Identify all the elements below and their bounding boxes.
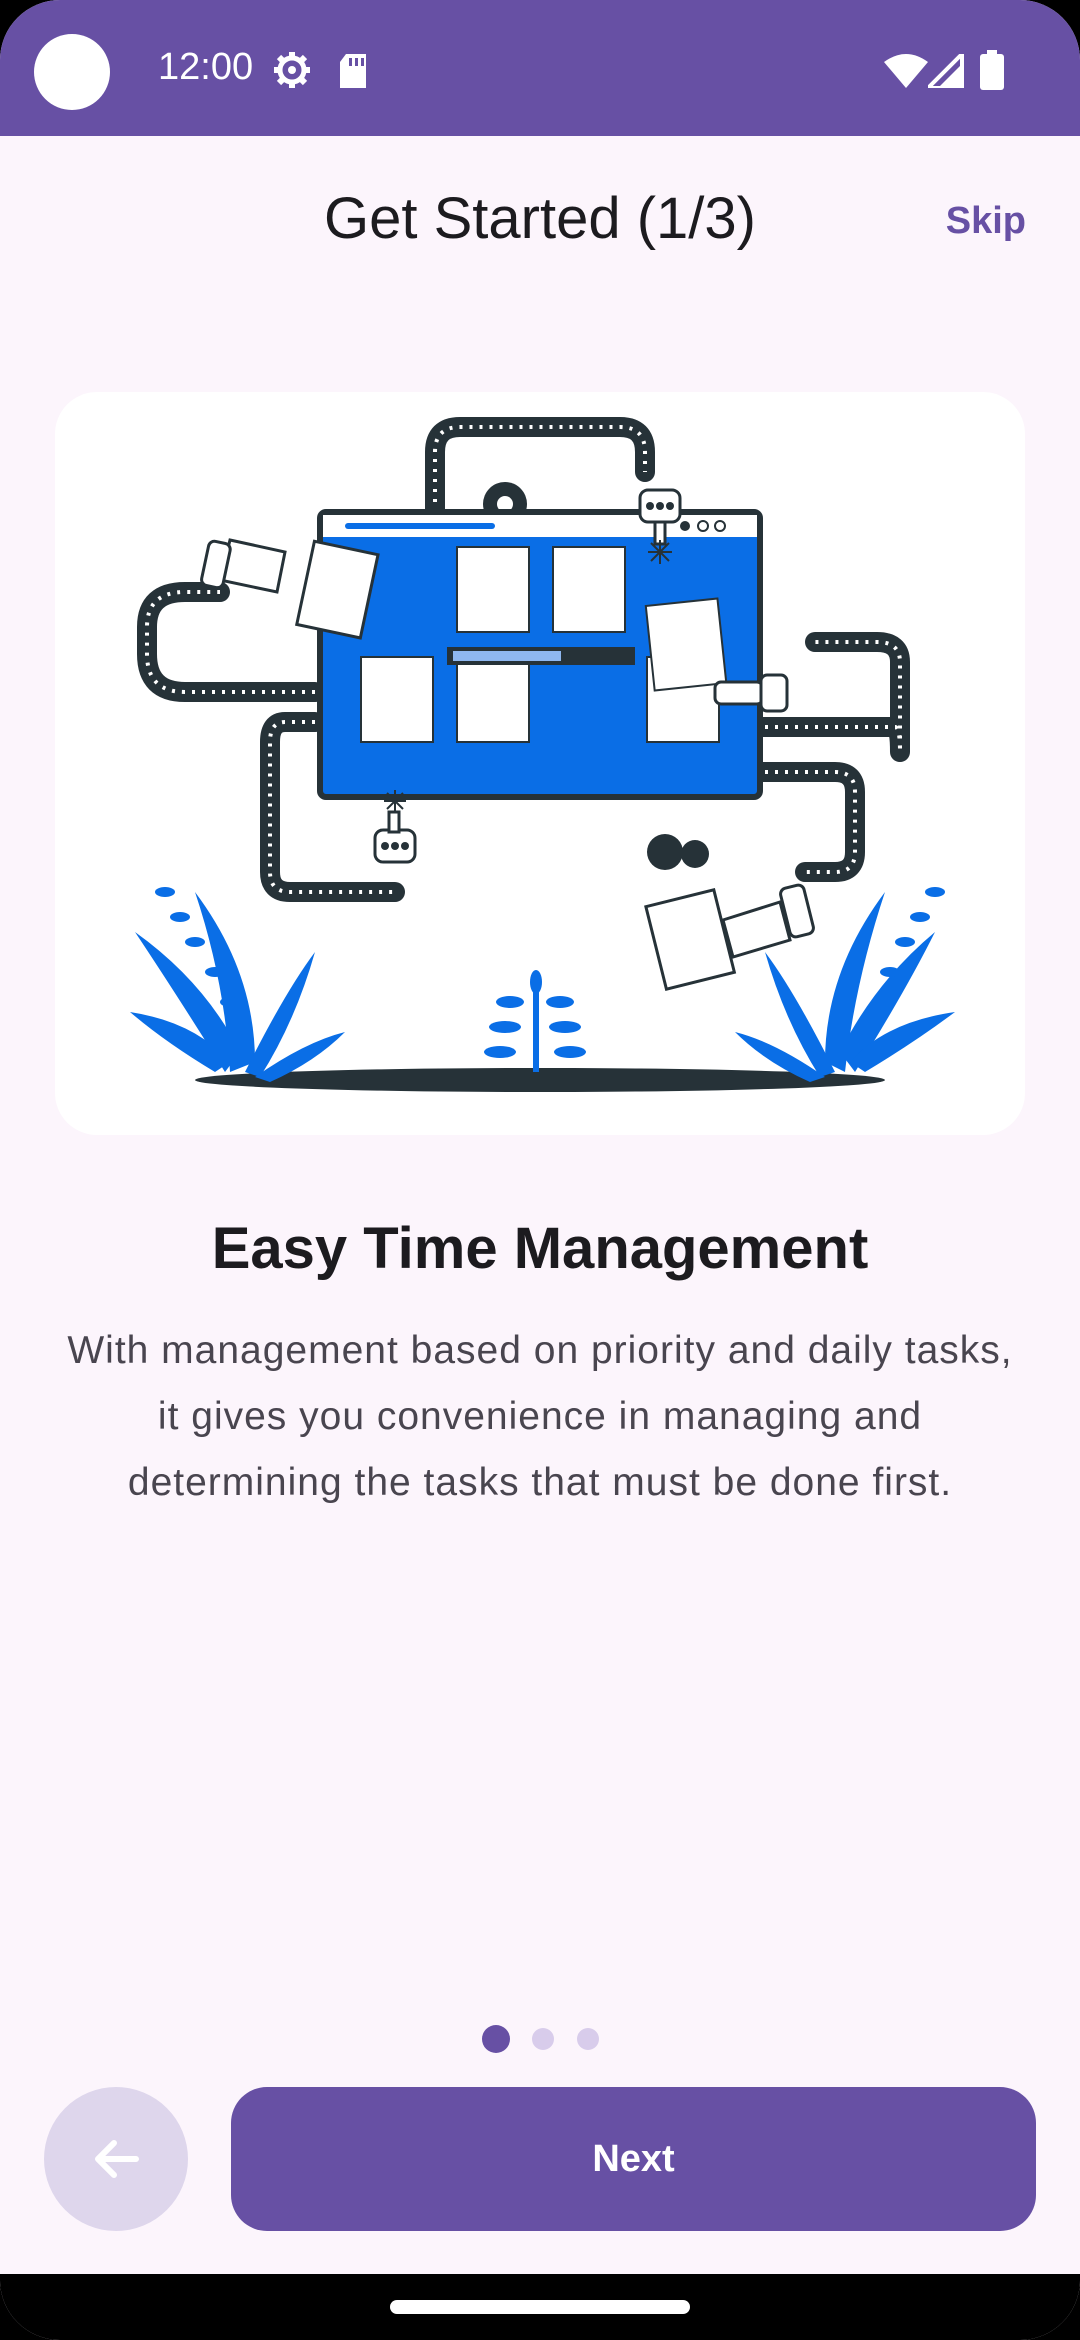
onboarding-headline: Easy Time Management [211, 1216, 869, 1281]
dashboard-illustration [55, 392, 955, 1092]
status-bar: 12:00 [0, 0, 1080, 136]
battery-icon [980, 50, 1004, 95]
arrow-left-icon [95, 2140, 139, 2178]
settings-gear-icon [272, 50, 312, 95]
home-gesture-handle[interactable] [390, 2300, 690, 2314]
page-indicator [480, 2025, 600, 2055]
illustration-card [55, 392, 1025, 1135]
onboarding-description: With management based on priority and da… [67, 1329, 1013, 1504]
status-time: 12:00 [158, 46, 254, 88]
page-dot-active [482, 2025, 510, 2053]
signal-icon [923, 49, 964, 93]
skip-button[interactable]: Skip [946, 200, 1026, 243]
page-dot [532, 2028, 554, 2050]
sd-card-icon [338, 54, 368, 93]
wifi-icon [884, 54, 928, 93]
next-button[interactable]: Next [231, 2087, 1036, 2231]
camera-cutout [34, 34, 110, 110]
onboarding-screen: 12:00 Get Started (1/3) Skip Easy Time M… [0, 0, 1080, 2340]
page-title: Get Started (1/3) [324, 186, 756, 251]
page-dot [577, 2028, 599, 2050]
back-button[interactable] [44, 2087, 188, 2231]
